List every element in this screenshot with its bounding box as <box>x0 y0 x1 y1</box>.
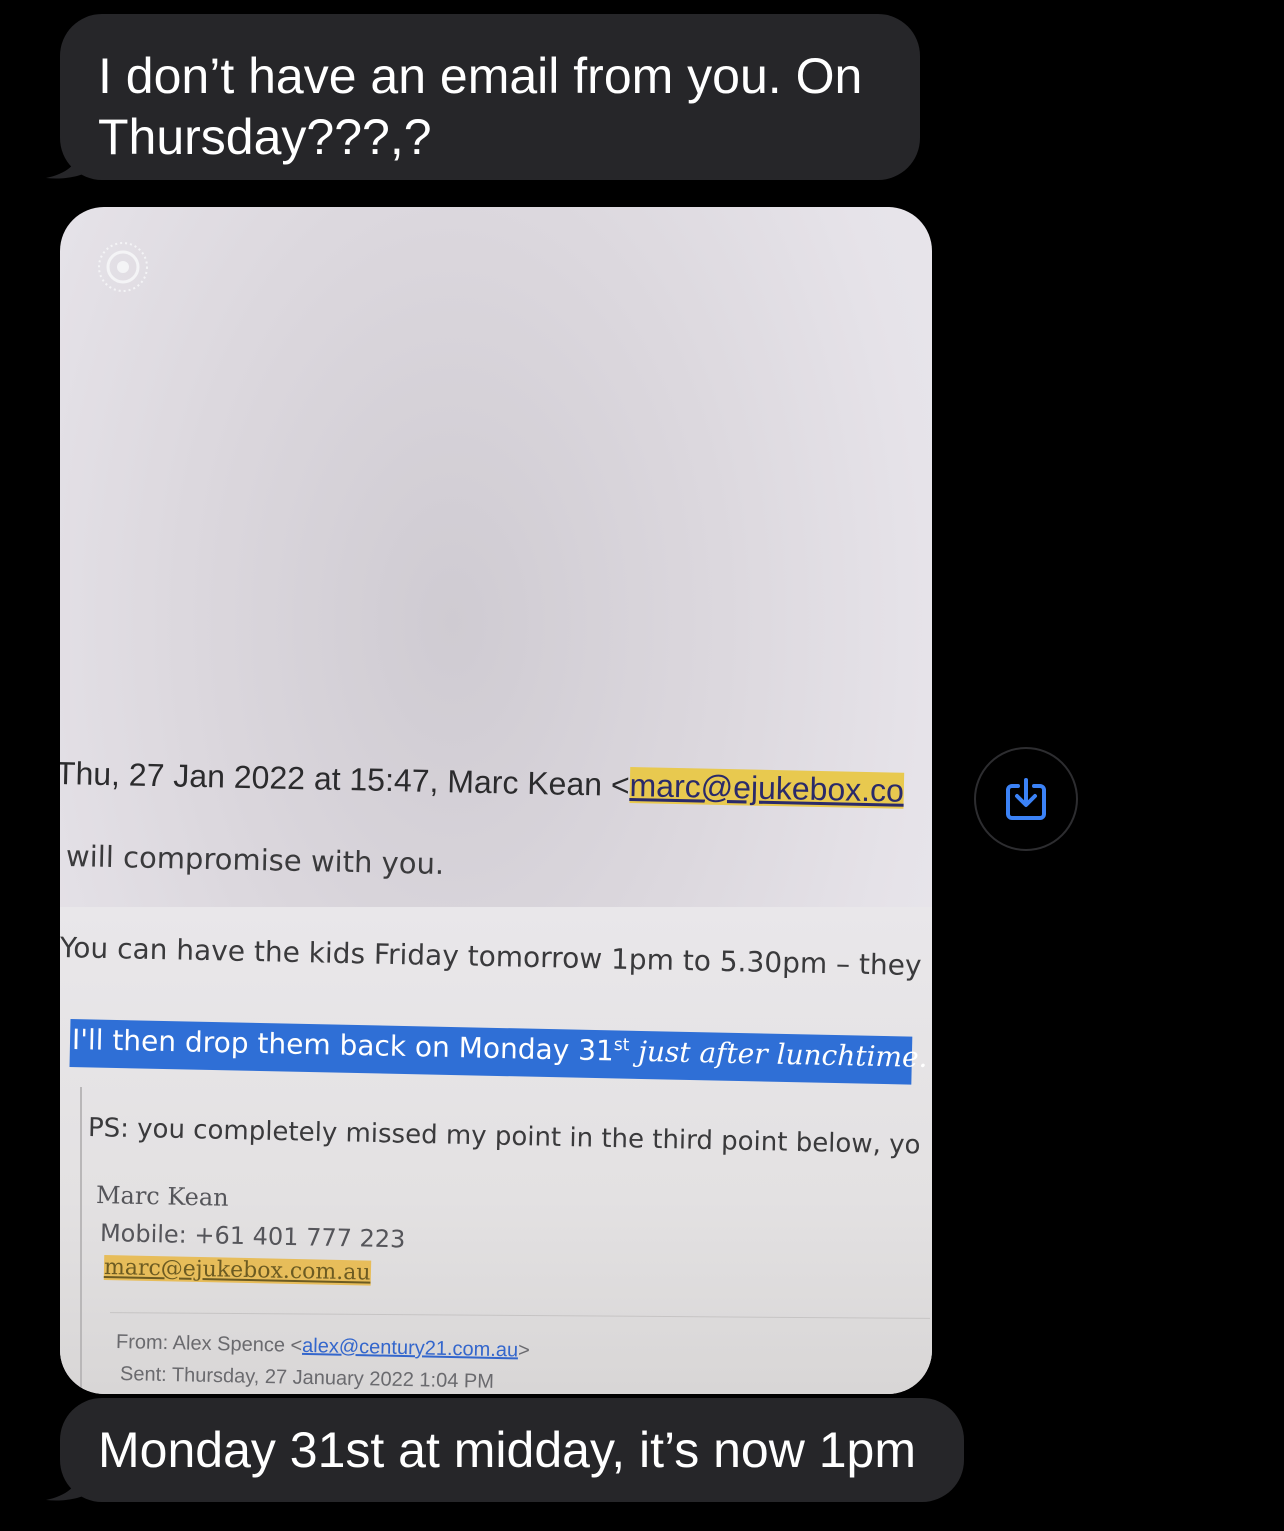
email-body-line-1: will compromise with you. <box>65 839 445 881</box>
email-ps-line: PS: you completely missed my point in th… <box>87 1113 921 1161</box>
email-line-3-sup: st <box>613 1035 630 1056</box>
email-separator <box>110 1312 930 1319</box>
message-text: I don’t have an email from you. On Thurs… <box>98 48 863 165</box>
incoming-message-bubble[interactable]: I don’t have an email from you. On Thurs… <box>60 14 920 180</box>
incoming-message-bubble-2[interactable]: Monday 31st at midday, it’s now 1pm <box>60 1398 964 1502</box>
save-photo-button[interactable] <box>974 747 1078 851</box>
signature-email: marc@ejukebox.com.au <box>103 1255 371 1286</box>
quote-bar <box>80 1087 82 1394</box>
email-from-label: From: Alex Spence < <box>115 1331 303 1357</box>
email-header-prefix: Thu, 27 Jan 2022 at 15:47, Marc Kean < <box>60 755 630 804</box>
email-photo-content: Thu, 27 Jan 2022 at 15:47, Marc Kean <ma… <box>60 207 932 1394</box>
email-line-3-rest: just after lunchtime. <box>628 1034 928 1074</box>
email-sent-line: Sent: Thursday, 27 January 2022 1:04 PM <box>119 1363 495 1393</box>
save-download-icon <box>1006 778 1046 820</box>
message-text-2: Monday 31st at midday, it’s now 1pm <box>98 1422 916 1478</box>
email-from-line: From: Alex Spence <alex@century21.com.au… <box>116 1331 530 1363</box>
bubble-tail <box>46 150 94 179</box>
signature-name: Marc Kean <box>95 1181 229 1212</box>
email-header: Thu, 27 Jan 2022 at 15:47, Marc Kean <ma… <box>60 755 905 810</box>
email-header-link: marc@ejukebox.co <box>629 767 905 809</box>
email-from-link: alex@century21.com.au <box>301 1334 519 1362</box>
bubble-tail-2 <box>46 1472 94 1501</box>
signature-mobile: Mobile: +61 401 777 223 <box>99 1219 406 1254</box>
email-from-suffix: > <box>517 1339 531 1362</box>
photo-attachment[interactable]: Thu, 27 Jan 2022 at 15:47, Marc Kean <ma… <box>60 207 932 1394</box>
email-body-line-2: You can have the kids Friday tomorrow 1p… <box>60 931 922 983</box>
